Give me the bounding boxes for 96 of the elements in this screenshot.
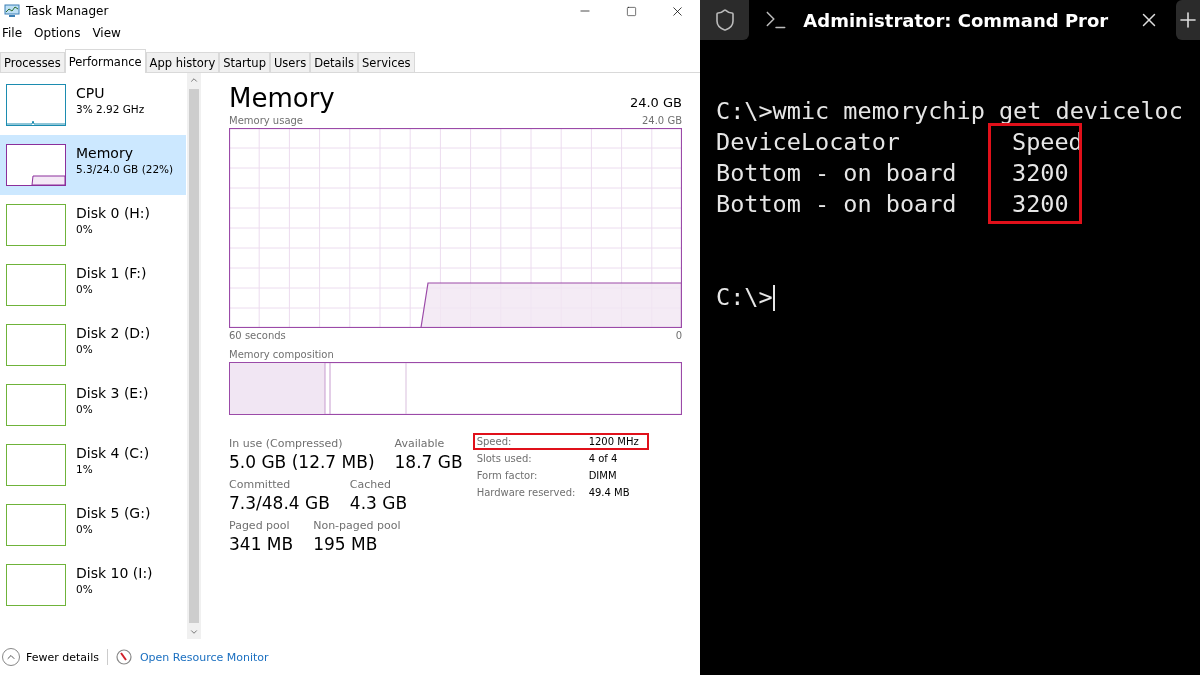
menu-item[interactable]: Options <box>32 26 83 40</box>
spec-value: 4 of 4 <box>588 453 619 464</box>
spec-value: DIMM <box>588 470 618 481</box>
tab[interactable]: Startup <box>219 52 270 72</box>
stat-label: Available <box>394 437 446 450</box>
device-usage: 1% <box>76 463 94 475</box>
graph-label: Memory usage <box>229 115 304 126</box>
sidebar-item[interactable]: Disk 1 (F:) 0% <box>0 255 186 315</box>
device-name: Memory <box>76 145 134 161</box>
device-usage: 0% <box>76 343 94 355</box>
spec-value: 49.4 MB <box>588 487 631 498</box>
resource-monitor-link[interactable]: Open Resource Monitor <box>139 650 269 664</box>
spec-label: Speed: <box>476 436 513 447</box>
output-cell-text: 3200 <box>1011 158 1070 189</box>
gauge-icon <box>115 649 132 665</box>
disk-graph-thumbnail <box>6 384 66 426</box>
spec-label: Slots used: <box>476 453 533 464</box>
device-name: Disk 1 (F:) <box>76 265 147 281</box>
scroll-up-icon[interactable] <box>189 75 199 85</box>
prompt: C:\> <box>716 282 773 313</box>
sidebar-item[interactable]: Memory 5.3/24.0 GB (22%) <box>0 135 186 195</box>
device-name: Disk 5 (G:) <box>76 505 151 521</box>
device-usage: 0% <box>76 283 94 295</box>
column-header: Speed <box>1011 127 1084 158</box>
admin-tab[interactable] <box>700 0 750 40</box>
stat-value: 195 MB <box>313 534 379 554</box>
disk-graph-thumbnail <box>6 264 66 306</box>
scrollbar-thumb[interactable] <box>189 89 199 623</box>
tab[interactable]: Performance <box>64 49 146 73</box>
disk-graph-thumbnail <box>6 444 66 486</box>
sidebar-item[interactable]: Disk 4 (C:) 1% <box>0 435 186 495</box>
total-memory: 24.0 GB <box>629 95 682 110</box>
app-icon <box>4 4 20 18</box>
axis-start-label: 60 seconds <box>229 330 286 341</box>
sidebar-item[interactable]: Disk 3 (E:) 0% <box>0 375 186 435</box>
sidebar-item[interactable]: Disk 5 (G:) 0% <box>0 495 186 555</box>
tab[interactable]: Services <box>358 52 415 72</box>
cpu-graph-thumbnail <box>6 84 66 126</box>
menu-item[interactable]: File <box>0 26 25 40</box>
disk-graph-thumbnail <box>6 324 66 366</box>
command-line: C:\>wmic memorychip get deviceloc <box>716 96 1184 127</box>
stat-label: Cached <box>349 478 393 491</box>
device-name: Disk 0 (H:) <box>76 205 151 221</box>
menu-item[interactable]: View <box>90 26 123 40</box>
tab[interactable]: Details <box>310 52 359 72</box>
sidebar-item[interactable]: Disk 2 (D:) 0% <box>0 315 186 375</box>
sidebar-item[interactable]: Disk 0 (H:) 0% <box>0 195 186 255</box>
disk-graph-thumbnail <box>6 504 66 546</box>
stat-label: Committed <box>229 478 292 491</box>
stat-value: 5.0 GB (12.7 MB) <box>229 452 375 472</box>
tab[interactable]: Processes <box>0 52 65 72</box>
stat-value: 7.3/48.4 GB <box>229 493 330 513</box>
tab-title: Administrator: Command Pror <box>803 9 1110 31</box>
stat-value: 4.3 GB <box>349 493 408 513</box>
new-tab-button[interactable] <box>1176 0 1200 40</box>
sidebar-item[interactable]: Disk 10 (I:) 0% <box>0 555 186 615</box>
sidebar-item[interactable]: CPU 3% 2.92 GHz <box>0 75 186 135</box>
spec-value: 1200 MHz <box>588 436 640 447</box>
spec-label: Hardware reserved: <box>476 487 577 498</box>
scrollbar[interactable] <box>187 73 201 639</box>
terminal-tab[interactable]: Administrator: Command Pror <box>749 0 1168 40</box>
disk-graph-thumbnail <box>6 564 66 606</box>
device-usage: 0% <box>76 223 94 235</box>
device-name: Disk 2 (D:) <box>76 325 151 341</box>
stat-value: 341 MB <box>229 534 294 554</box>
device-usage: 5.3/24.0 GB (22%) <box>76 163 174 175</box>
output-cell-text: Bottom - on board <box>716 189 958 220</box>
stat-value: 18.7 GB <box>394 452 463 472</box>
tab[interactable]: App history <box>145 52 220 72</box>
composition-label: Memory composition <box>229 349 334 360</box>
device-name: CPU <box>76 85 106 101</box>
window-title: Task Manager <box>26 4 110 18</box>
column-header: DeviceLocator <box>716 127 901 158</box>
stat-label: In use (Compressed) <box>229 437 344 450</box>
disk-graph-thumbnail <box>6 204 66 246</box>
maximize-icon <box>625 5 637 17</box>
graph-max-label: 24.0 GB <box>641 115 682 126</box>
spec-label: Form factor: <box>476 470 539 481</box>
device-usage: 0% <box>76 523 94 535</box>
device-name: Disk 10 (I:) <box>76 565 153 581</box>
section-title: Memory <box>229 83 335 113</box>
axis-end-label: 0 <box>675 330 682 341</box>
tab[interactable]: Users <box>269 52 311 72</box>
scroll-down-icon[interactable] <box>189 627 199 637</box>
device-usage: 0% <box>76 583 94 595</box>
memory-graph-thumbnail <box>6 144 66 186</box>
output-cell-text: 3200 <box>1011 189 1070 220</box>
output-cell-text: Bottom - on board <box>716 158 958 189</box>
device-usage: 0% <box>76 403 94 415</box>
stat-label: Paged pool <box>229 519 291 532</box>
device-name: Disk 3 (E:) <box>76 385 149 401</box>
device-usage: 3% 2.92 GHz <box>76 103 145 115</box>
fewer-details-button[interactable]: Fewer details <box>2 648 99 666</box>
text-cursor <box>772 284 775 311</box>
stat-label: Non-paged pool <box>313 519 401 532</box>
device-name: Disk 4 (C:) <box>76 445 150 461</box>
